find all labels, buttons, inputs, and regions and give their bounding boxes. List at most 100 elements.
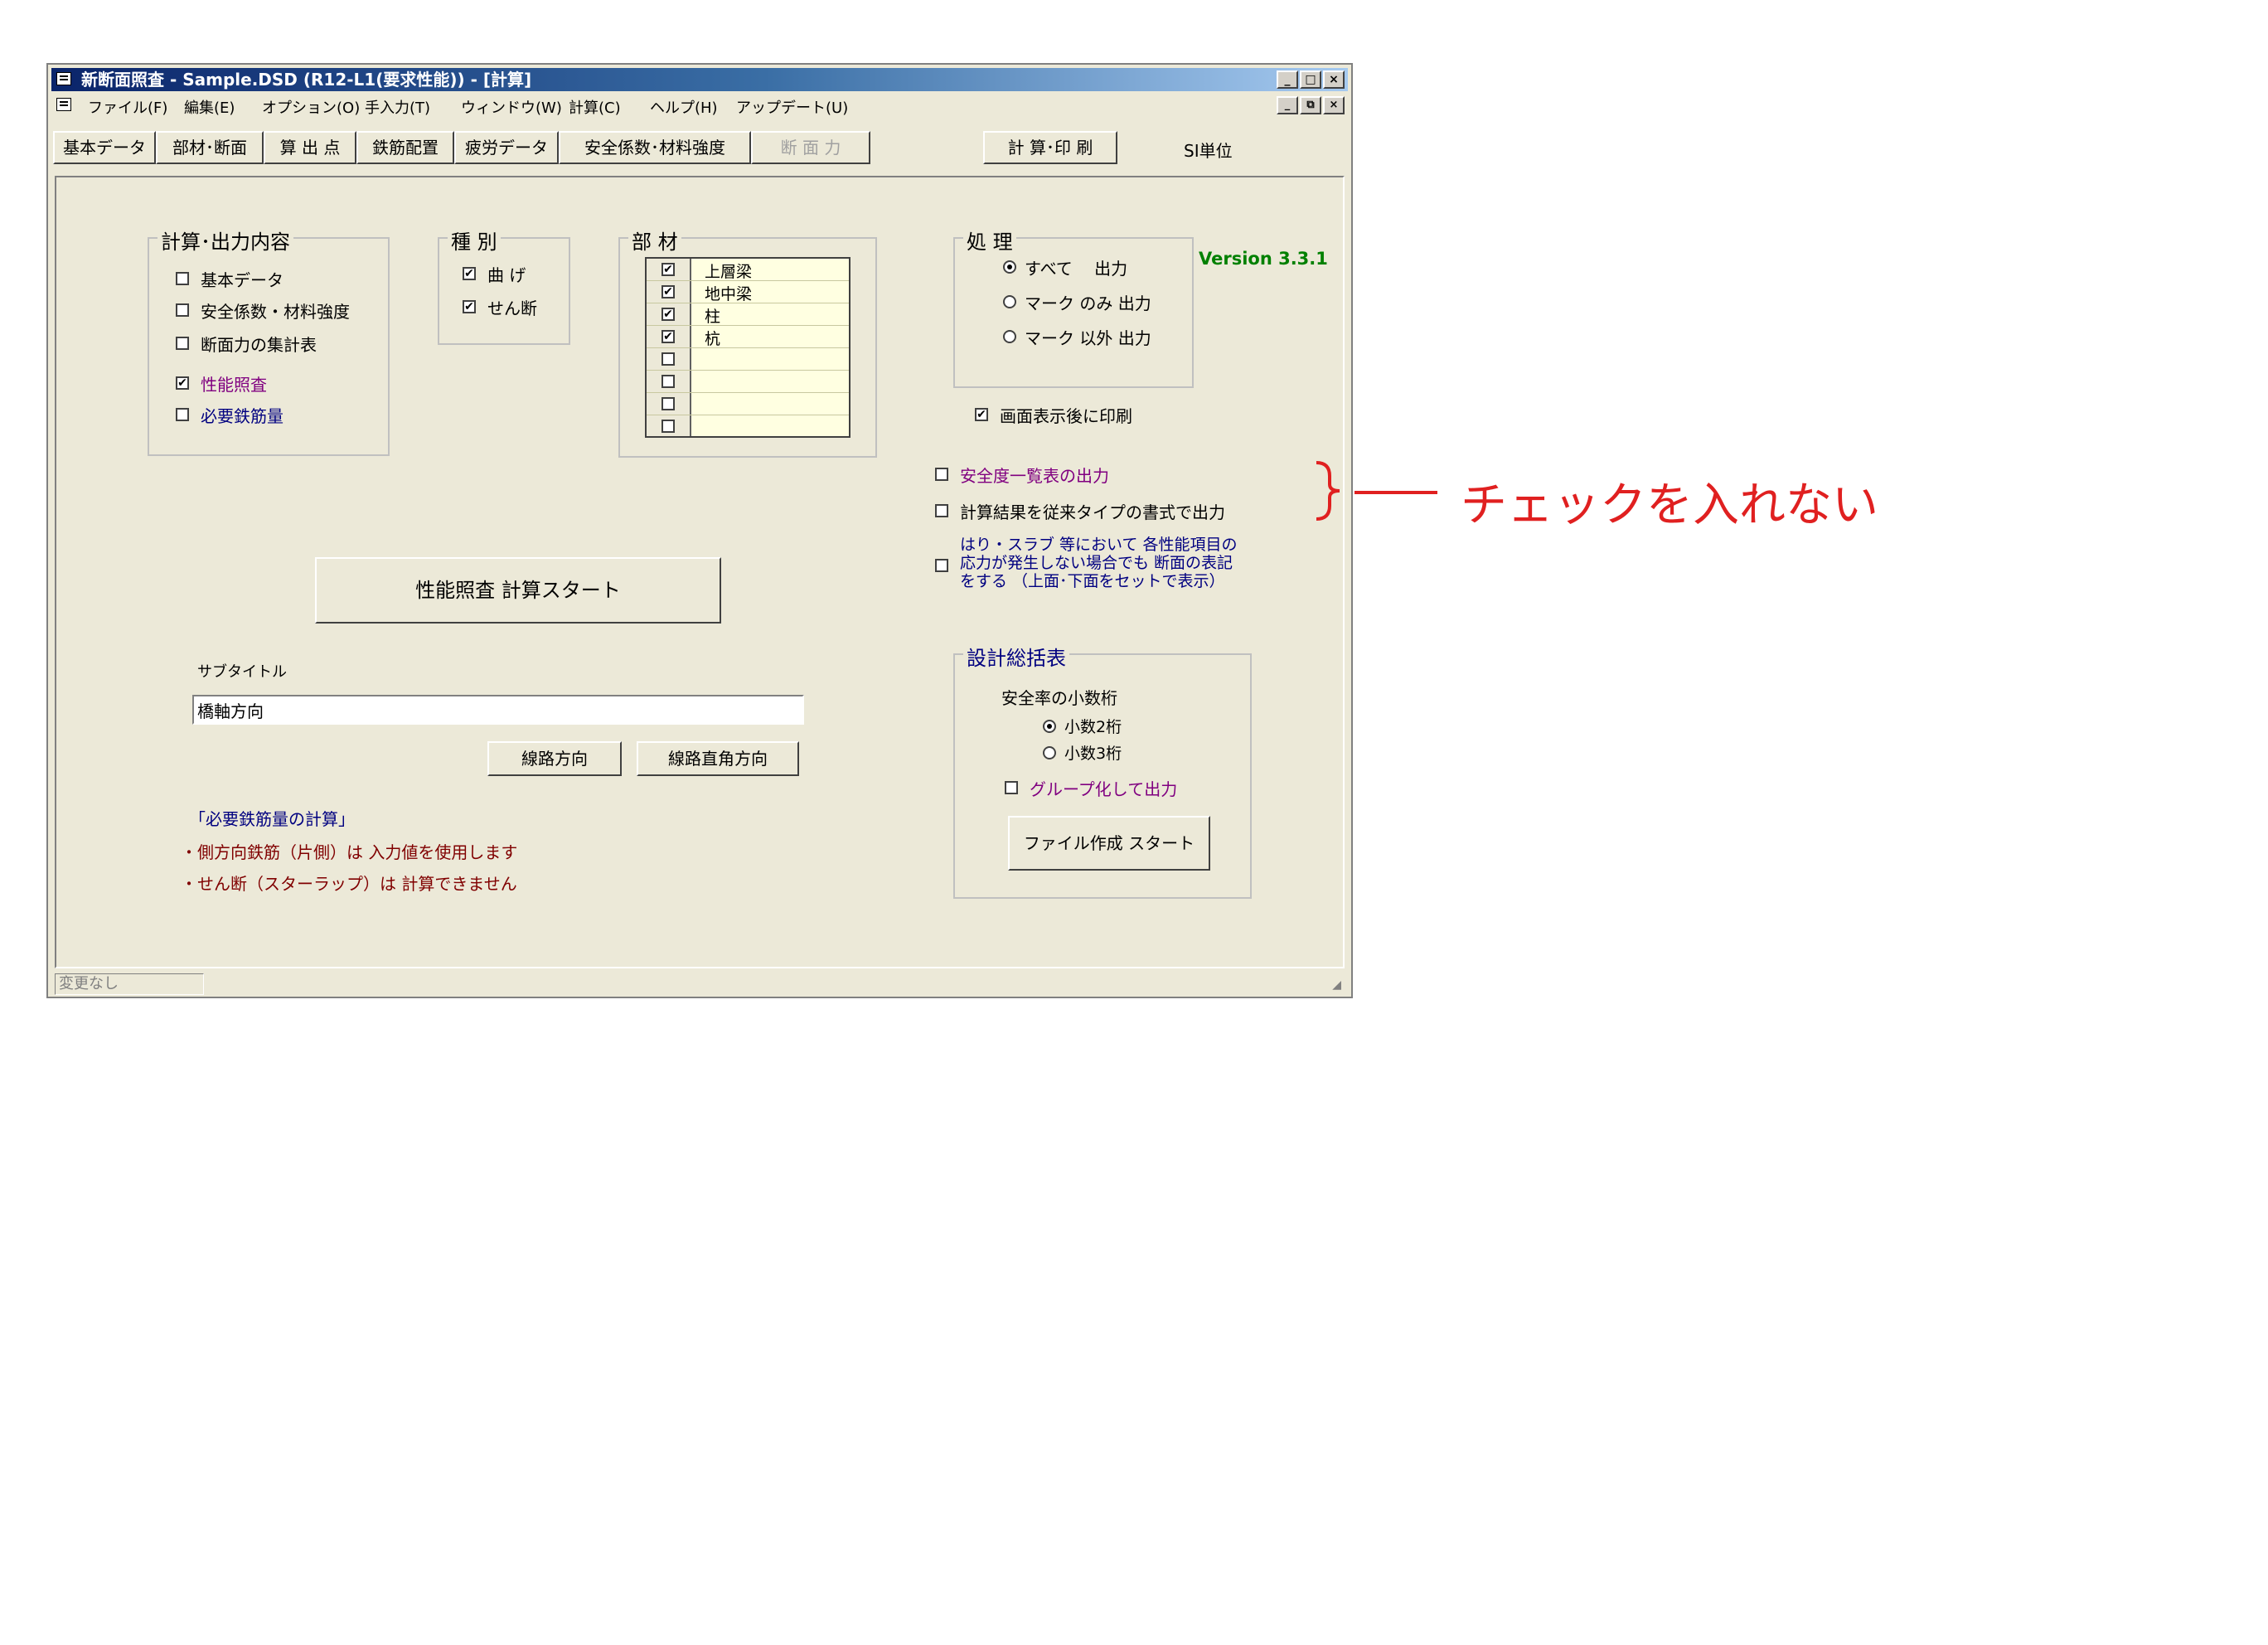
list-item[interactable]: ✔ 上層梁 [647,259,849,281]
member-name: 地中梁 [705,285,753,303]
version-label: Version 3.3.1 [1199,249,1328,269]
output-contents-title: 計算･出力内容 [158,226,293,255]
safety-list-checkbox[interactable] [935,468,948,481]
member-checkbox[interactable] [662,397,675,410]
basic-data-checkbox[interactable] [176,272,189,285]
rebar-notes-heading: 「必要鉄筋量の計算」 [189,809,355,829]
section-note-line1: はり・スラブ 等において 各性能項目の [960,536,1238,554]
process-all-radio[interactable] [1003,260,1016,274]
menu-calculate[interactable]: 計算(C) [569,96,621,118]
rebar-notes-line2: ・せん断（スターラップ）は 計算できません [181,874,517,894]
print-after-display-label: 画面表示後に印刷 [1000,406,1132,426]
app-icon[interactable] [56,72,71,85]
performance-check-checkbox[interactable]: ✔ [176,376,189,390]
list-item[interactable] [647,415,849,436]
safety-list-label: 安全度一覧表の出力 [960,466,1109,486]
decimal-places-label: 安全率の小数桁 [1001,688,1117,708]
process-marked-label: マーク のみ 出力 [1025,294,1151,313]
list-item[interactable]: ✔ 杭 [647,326,849,348]
decimal-2-radio[interactable] [1043,720,1056,733]
menu-help[interactable]: ヘルプ(H) [650,96,718,118]
section-note-line2: 応力が発生しない場合でも 断面の表記 [960,554,1233,572]
close-button[interactable]: × [1323,70,1345,89]
legacy-format-checkbox[interactable] [935,504,948,517]
resize-grip-icon[interactable]: ◢ [1332,978,1341,992]
process-unmarked-radio[interactable] [1003,330,1016,343]
safety-factor-checkbox[interactable] [176,303,189,317]
menu-options[interactable]: オプション(O) [262,96,360,118]
units-label: SI単位 [1184,141,1233,161]
list-item[interactable]: ✔ 地中梁 [647,281,849,303]
menu-manual-input[interactable]: 手入力(T) [365,96,430,118]
minimize-button[interactable]: _ [1277,70,1298,89]
member-checkbox[interactable]: ✔ [662,285,675,298]
menu-edit[interactable]: 編集(E) [184,96,235,118]
safety-factor-label: 安全係数・材料強度 [201,302,350,322]
status-text: 変更なし [55,973,204,995]
member-checkbox[interactable] [662,420,675,433]
tab-basic-data[interactable]: 基本データ [53,131,156,164]
shear-checkbox[interactable]: ✔ [463,300,476,313]
required-rebar-label: 必要鉄筋量 [201,406,284,426]
maximize-button[interactable]: □ [1300,70,1321,89]
performance-check-label: 性能照査 [201,375,267,395]
performance-calc-start-button[interactable]: 性能照査 計算スタート [315,557,721,624]
section-note-checkbox[interactable] [935,559,948,572]
tab-fatigue-data[interactable]: 疲労データ [454,131,559,164]
list-item[interactable] [647,371,849,393]
section-force-summary-label: 断面力の集計表 [201,335,317,355]
member-list[interactable]: ✔ 上層梁 ✔ 地中梁 ✔ 柱 ✔ 杭 [645,257,850,438]
tab-rebar-layout[interactable]: 鉄筋配置 [356,131,454,164]
group-output-checkbox[interactable] [1005,781,1018,794]
mdi-restore-button[interactable]: ⧉ [1300,96,1321,114]
mdi-minimize-button[interactable]: _ [1277,96,1298,114]
section-force-summary-checkbox[interactable] [176,337,189,350]
tab-section-forces[interactable]: 断 面 力 [751,131,870,164]
bending-checkbox[interactable]: ✔ [463,267,476,280]
decimal-2-label: 小数2桁 [1064,718,1122,736]
tab-calc-points[interactable]: 算 出 点 [264,131,356,164]
type-group-title: 種 別 [448,226,501,255]
list-item[interactable] [647,393,849,415]
process-group-title: 処 理 [963,226,1016,255]
required-rebar-checkbox[interactable] [176,408,189,421]
tab-calc-print[interactable]: 計 算･印 刷 [983,131,1117,164]
track-direction-button[interactable]: 線路方向 [487,741,622,776]
subtitle-input[interactable] [192,695,804,725]
title-bar[interactable]: 新断面照査 - Sample.DSD (R12-L1(要求性能)) - [計算]… [51,68,1348,91]
member-name: 柱 [705,308,721,326]
document-icon[interactable] [56,98,71,111]
process-marked-radio[interactable] [1003,295,1016,308]
menu-bar: ファイル(F) 編集(E) オプション(O) 手入力(T) ウィンドウ(W) 計… [51,93,1348,118]
process-unmarked-label: マーク 以外 出力 [1025,328,1151,348]
member-checkbox[interactable] [662,375,675,388]
decimal-3-radio[interactable] [1043,746,1056,759]
menu-file[interactable]: ファイル(F) [88,96,167,118]
list-item[interactable] [647,348,849,371]
mdi-close-button[interactable]: × [1323,96,1345,114]
application-window: 新断面照査 - Sample.DSD (R12-L1(要求性能)) - [計算]… [46,63,1353,998]
member-checkbox[interactable] [662,352,675,366]
file-create-start-button[interactable]: ファイル作成 スタート [1008,816,1210,871]
member-checkbox[interactable]: ✔ [662,263,675,276]
status-bar: 変更なし ◢ [55,973,1345,995]
basic-data-label: 基本データ [201,270,284,290]
member-checkbox[interactable]: ✔ [662,330,675,343]
design-summary-title: 設計総括表 [963,642,1069,671]
member-checkbox[interactable]: ✔ [662,308,675,321]
tab-safety-factors[interactable]: 安全係数･材料強度 [559,131,751,164]
calc-print-panel: Version 3.3.1 計算･出力内容 基本データ 安全係数・材料強度 断面… [55,176,1345,968]
perpendicular-direction-button[interactable]: 線路直角方向 [637,741,799,776]
process-all-label: すべて 出力 [1025,259,1128,279]
decimal-3-label: 小数3桁 [1064,745,1122,763]
member-name: 杭 [705,330,721,348]
subtitle-label: サブタイトル [197,663,287,681]
menu-update[interactable]: アップデート(U) [736,96,848,118]
print-after-display-checkbox[interactable]: ✔ [975,408,988,421]
group-output-label: グループ化して出力 [1030,779,1178,799]
tab-member-section[interactable]: 部材･断面 [156,131,264,164]
list-item[interactable]: ✔ 柱 [647,303,849,326]
shear-label: せん断 [487,298,537,318]
member-group-title: 部 材 [628,226,681,255]
menu-window[interactable]: ウィンドウ(W) [461,96,562,118]
